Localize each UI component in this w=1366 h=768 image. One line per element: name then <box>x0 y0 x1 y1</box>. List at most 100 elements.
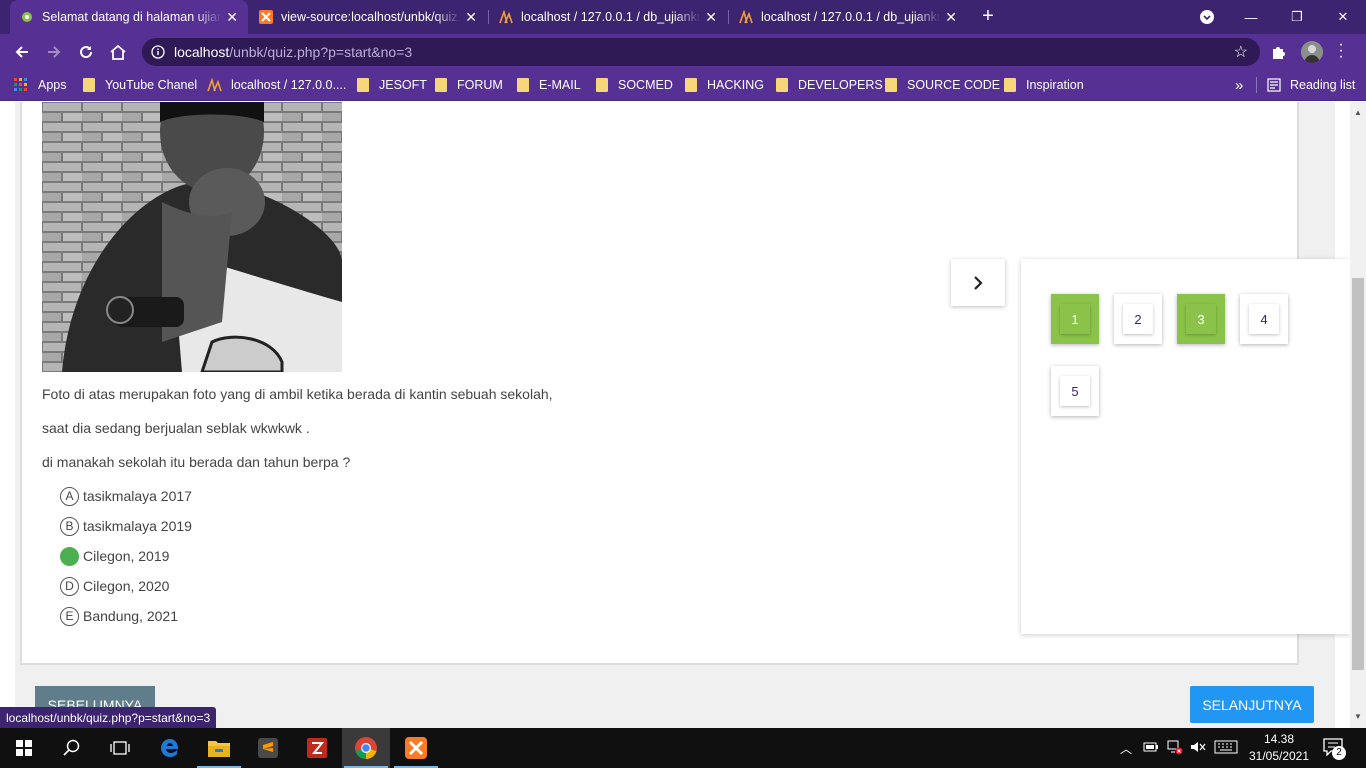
option-radio[interactable]: B <box>60 516 79 536</box>
sublime-text-icon[interactable] <box>244 728 292 768</box>
url-text: localhost/unbk/quiz.php?p=start&no=3 <box>174 44 412 60</box>
number-label: 3 <box>1186 304 1216 334</box>
minimize-icon[interactable]: — <box>1228 0 1274 34</box>
clock-time: 14.38 <box>1263 732 1295 746</box>
forward-icon[interactable] <box>44 42 64 62</box>
bookmark-folder[interactable]: E-MAIL <box>517 76 581 94</box>
folder-icon <box>1004 78 1016 92</box>
option-d[interactable]: D Cilegon, 2020 <box>60 576 169 596</box>
folder-icon <box>357 78 369 92</box>
bookmark-star-icon[interactable]: ☆ <box>1234 42 1248 62</box>
question-number-1[interactable]: 1 <box>1051 294 1099 344</box>
bookmark-phpmyadmin[interactable]: localhost / 127.0.0.... <box>207 76 346 94</box>
bookmark-folder[interactable]: YouTube Chanel <box>83 76 197 94</box>
question-number-5[interactable]: 5 <box>1051 366 1099 416</box>
restore-icon[interactable]: ❐ <box>1274 0 1320 34</box>
tray-overflow-icon[interactable]: ︿ <box>1120 740 1132 757</box>
bookmark-folder[interactable]: HACKING <box>685 76 764 94</box>
tab-phpmyadmin-2[interactable]: localhost / 127.0.0.1 / db_ujianku ✕ <box>729 0 967 34</box>
site-favicon-icon <box>22 12 32 22</box>
bookmark-folder[interactable]: SOCMED <box>596 76 673 94</box>
search-icon[interactable] <box>48 728 96 768</box>
reading-list-button[interactable]: Reading list <box>1267 76 1355 94</box>
taskbar-clock[interactable]: 14.38 31/05/2021 <box>1246 731 1312 765</box>
info-icon[interactable] <box>151 45 165 59</box>
option-b[interactable]: B tasikmalaya 2019 <box>60 516 192 536</box>
reload-icon[interactable] <box>76 42 96 62</box>
keyboard-icon[interactable] <box>1214 740 1238 759</box>
url-host: localhost <box>174 44 230 60</box>
option-radio[interactable]: D <box>60 576 79 596</box>
scrollbar-thumb[interactable] <box>1352 278 1364 670</box>
number-label: 4 <box>1249 304 1279 334</box>
network-icon[interactable] <box>1166 739 1184 760</box>
xampp-taskbar-icon[interactable] <box>392 728 440 768</box>
address-bar[interactable]: localhost/unbk/quiz.php?p=start&no=3 ☆ <box>142 38 1260 66</box>
bookmarks-bar: Apps YouTube Chanel localhost / 127.0.0.… <box>0 70 1366 101</box>
close-tab-icon[interactable]: ✕ <box>226 9 238 26</box>
question-number-3[interactable]: 3 <box>1177 294 1225 344</box>
bookmark-folder[interactable]: FORUM <box>435 76 503 94</box>
edge-icon[interactable] <box>146 728 194 768</box>
scroll-down-icon[interactable]: ▼ <box>1354 712 1362 721</box>
question-number-4[interactable]: 4 <box>1240 294 1288 344</box>
notification-center-icon[interactable]: 2 <box>1323 738 1347 760</box>
browser-menu-icon[interactable]: · · · <box>1336 37 1346 65</box>
task-view-icon[interactable] <box>96 728 144 768</box>
folder-icon <box>596 78 608 92</box>
option-radio[interactable]: E <box>60 606 79 626</box>
folder-icon <box>435 78 447 92</box>
reading-list-label: Reading list <box>1290 78 1356 92</box>
close-window-icon[interactable]: ✕ <box>1320 0 1366 34</box>
number-label: 5 <box>1060 376 1090 406</box>
option-a[interactable]: A tasikmalaya 2017 <box>60 486 192 506</box>
option-label: Cilegon, 2020 <box>83 578 170 594</box>
bookmark-folder[interactable]: Inspiration <box>1004 76 1084 94</box>
home-icon[interactable] <box>108 42 128 62</box>
option-radio-selected[interactable] <box>60 546 79 566</box>
close-tab-icon[interactable]: ✕ <box>465 9 477 26</box>
bookmark-label: Apps <box>38 78 67 92</box>
bookmark-folder[interactable]: DEVELOPERS <box>776 76 883 94</box>
bookmark-apps[interactable]: Apps <box>14 76 67 94</box>
tab-title: Selamat datang di halaman ujian <box>42 10 222 24</box>
number-label: 2 <box>1123 304 1153 334</box>
bookmark-label: DEVELOPERS <box>798 78 883 92</box>
close-tab-icon[interactable]: ✕ <box>705 9 717 26</box>
next-button[interactable]: SELANJUTNYA <box>1190 686 1314 723</box>
tab-phpmyadmin-1[interactable]: localhost / 127.0.0.1 / db_ujianku ✕ <box>489 0 727 34</box>
bookmark-folder[interactable]: JESOFT <box>357 76 427 94</box>
extensions-icon[interactable] <box>1270 43 1288 66</box>
chrome-icon[interactable] <box>342 728 390 768</box>
new-tab-icon[interactable]: + <box>976 5 1000 28</box>
option-radio[interactable]: A <box>60 486 79 506</box>
page-scrollbar[interactable]: ▲ ▼ <box>1350 102 1366 728</box>
filezilla-icon[interactable] <box>293 728 341 768</box>
tab-strip: Selamat datang di halaman ujian ✕ view-s… <box>0 0 1366 34</box>
bookmark-label: SOURCE CODE <box>907 78 1001 92</box>
close-tab-icon[interactable]: ✕ <box>945 9 957 26</box>
file-explorer-icon[interactable] <box>195 728 243 768</box>
folder-icon <box>776 78 788 92</box>
tab-title: view-source:localhost/unbk/quiz. <box>281 10 461 24</box>
volume-muted-icon[interactable] <box>1189 739 1207 760</box>
tab-search-icon[interactable] <box>1184 0 1230 34</box>
tab-quiz[interactable]: Selamat datang di halaman ujian ✕ <box>10 0 248 34</box>
folder-icon <box>517 78 529 92</box>
toggle-panel-button[interactable] <box>951 259 1005 306</box>
profile-avatar[interactable] <box>1301 41 1323 63</box>
tab-title: localhost / 127.0.0.1 / db_ujianku <box>521 10 701 24</box>
tab-view-source[interactable]: view-source:localhost/unbk/quiz. ✕ <box>249 0 487 34</box>
battery-icon[interactable] <box>1143 740 1159 759</box>
option-c[interactable]: Cilegon, 2019 <box>60 546 169 566</box>
start-icon[interactable] <box>0 728 48 768</box>
scroll-up-icon[interactable]: ▲ <box>1354 108 1362 117</box>
option-e[interactable]: E Bandung, 2021 <box>60 606 178 626</box>
url-path: /unbk/quiz.php?p=start&no=3 <box>229 44 413 60</box>
question-number-2[interactable]: 2 <box>1114 294 1162 344</box>
question-photo <box>42 102 342 372</box>
back-icon[interactable] <box>12 42 32 62</box>
bookmark-folder[interactable]: SOURCE CODE <box>885 76 1000 94</box>
bookmarks-overflow[interactable]: » <box>1235 76 1243 94</box>
link-status-bar: localhost/unbk/quiz.php?p=start&no=3 <box>0 707 217 728</box>
